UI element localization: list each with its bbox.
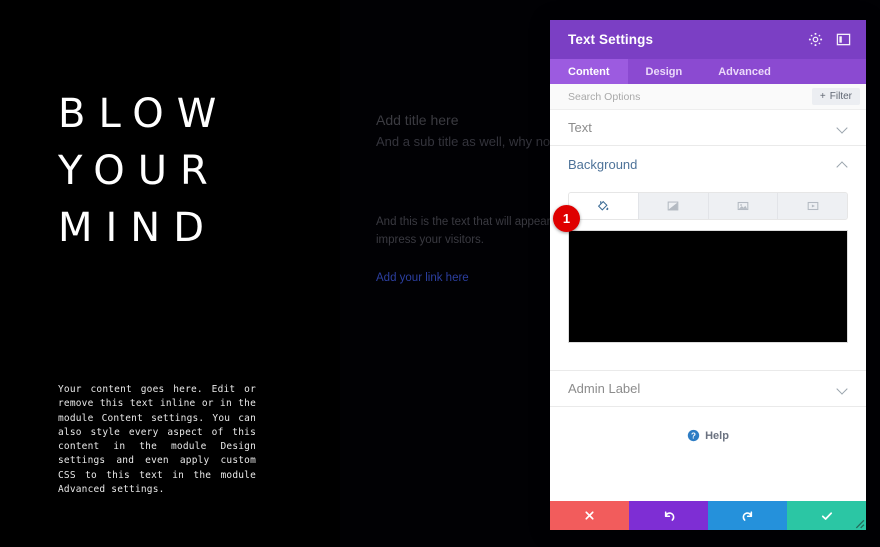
section-background-label: Background (568, 156, 638, 172)
filter-button[interactable]: + Filter (811, 88, 860, 105)
section-admin-label[interactable]: Admin Label (550, 371, 866, 407)
content-paragraph-mono[interactable]: Your content goes here. Edit or remove t… (58, 383, 256, 497)
panel-footer (550, 501, 866, 530)
tab-advanced[interactable]: Advanced (700, 59, 789, 84)
background-type-video[interactable] (778, 193, 847, 219)
background-type-tabs (568, 192, 848, 220)
video-icon (807, 201, 818, 211)
save-button[interactable] (787, 501, 866, 530)
headline-line-1: BLOW (58, 91, 230, 137)
undo-arrow-icon (664, 510, 674, 521)
redo-arrow-icon (742, 510, 752, 521)
section-text-label: Text (568, 120, 592, 135)
tab-content[interactable]: Content (550, 59, 628, 84)
headline-line-2: YOUR (58, 148, 221, 194)
filter-label: Filter (829, 91, 852, 102)
check-icon (821, 511, 832, 520)
undo-button[interactable] (629, 501, 708, 530)
headline-line-3: MIND (58, 205, 218, 251)
panel-body: Text Background Admin Label ? Help (550, 110, 866, 501)
background-type-gradient[interactable] (638, 193, 709, 219)
panel-header: Text Settings (550, 20, 866, 59)
panel-header-icons (806, 31, 852, 49)
color-fill-icon (598, 200, 609, 211)
target-icon[interactable] (806, 31, 824, 49)
section-text[interactable]: Text (550, 110, 866, 146)
section-admin-label-text: Admin Label (568, 381, 641, 396)
tab-design[interactable]: Design (628, 59, 701, 84)
module-link[interactable]: Add your link here (376, 271, 469, 285)
background-type-image[interactable] (708, 193, 779, 219)
chevron-down-icon (837, 124, 848, 131)
gradient-icon (667, 201, 679, 211)
help-label: Help (705, 429, 729, 442)
cross-icon (585, 511, 594, 520)
panel-tabs: Content Design Advanced (550, 59, 866, 84)
help-link[interactable]: ? Help (550, 429, 866, 442)
plus-icon: + (819, 91, 826, 102)
image-icon (737, 201, 749, 211)
chevron-down-icon (837, 385, 848, 392)
panel-title: Text Settings (568, 32, 654, 47)
marker-badge-1: 1 (553, 205, 580, 232)
search-input[interactable] (568, 90, 812, 103)
redo-button[interactable] (708, 501, 787, 530)
svg-text:?: ? (691, 431, 696, 440)
headline-blow-your-mind[interactable]: BLOW YOUR MIND (58, 86, 298, 257)
section-background[interactable]: Background (550, 146, 866, 182)
search-row: + Filter (550, 84, 866, 110)
text-settings-panel: Text Settings Content Design Advanced Se… (550, 20, 866, 530)
chevron-up-icon (837, 161, 848, 168)
close-button[interactable] (550, 501, 629, 530)
help-circle-icon: ? (687, 429, 700, 442)
background-color-swatch[interactable] (568, 230, 848, 343)
layout-panel-icon[interactable] (834, 31, 852, 49)
